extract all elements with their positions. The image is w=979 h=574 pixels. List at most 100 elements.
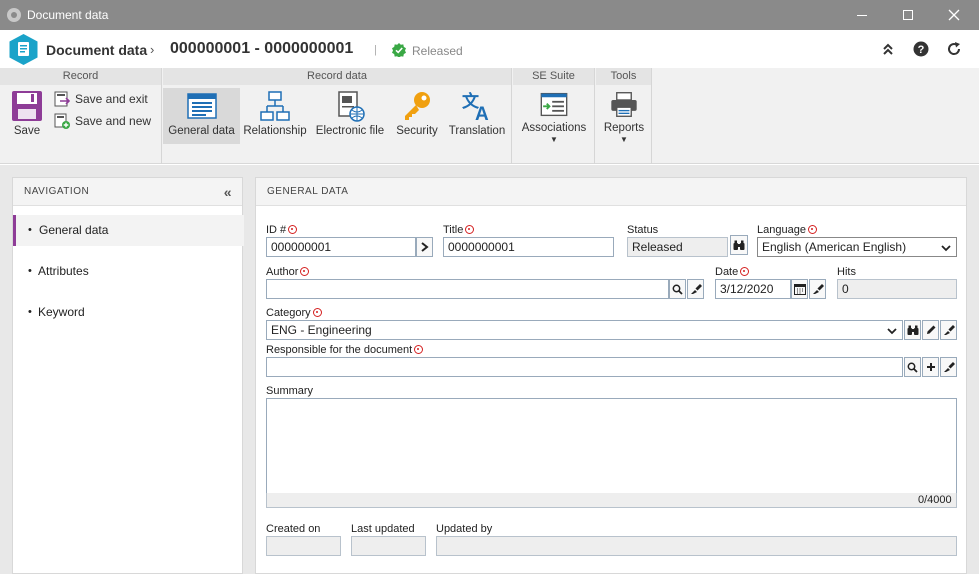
summary-counter: 0/4000 <box>918 494 952 506</box>
summary-textarea[interactable] <box>266 398 957 494</box>
save-new-icon <box>54 113 70 129</box>
security-label: Security <box>396 125 438 137</box>
required-icon <box>414 345 424 354</box>
dropdown-caret-icon: ▼ <box>620 135 628 144</box>
window-title: Document data <box>27 8 109 22</box>
associations-button[interactable]: Associations ▼ <box>519 88 589 144</box>
required-icon <box>465 225 475 234</box>
general-data-label: General data <box>168 125 235 137</box>
chevron-down-icon <box>941 241 951 256</box>
save-and-new-button[interactable]: Save and new <box>54 113 151 129</box>
ribbon-group-title: Tools <box>596 68 651 85</box>
help-button[interactable]: ? <box>912 40 930 58</box>
status-lookup-button[interactable] <box>730 235 748 255</box>
reports-label: Reports <box>603 122 645 134</box>
title-input[interactable]: 0000000001 <box>443 237 614 257</box>
module-title: Document data <box>46 42 148 58</box>
category-field-label: Category <box>266 307 322 319</box>
refresh-button[interactable] <box>945 40 963 58</box>
help-icon: ? <box>913 41 929 57</box>
date-picker-button[interactable] <box>791 279 808 299</box>
navigation-panel: NAVIGATION « • General data • Attributes… <box>12 177 244 574</box>
document-module-icon <box>9 34 38 65</box>
relationship-button[interactable]: Relationship <box>243 88 307 144</box>
required-icon <box>807 225 817 234</box>
refresh-icon <box>948 42 961 55</box>
date-clear-button[interactable] <box>809 279 826 299</box>
minimize-button[interactable] <box>839 0 885 30</box>
collapse-header-button[interactable] <box>879 40 897 58</box>
collapse-navigation-icon[interactable]: « <box>224 178 232 206</box>
app-icon <box>7 8 21 22</box>
language-select[interactable]: English (American English) <box>757 237 957 257</box>
maximize-button[interactable] <box>885 0 931 30</box>
save-and-new-label: Save and new <box>75 114 152 128</box>
translation-button[interactable]: 文 A Translation <box>446 88 508 144</box>
category-clear-button[interactable] <box>940 320 957 340</box>
key-icon <box>405 92 430 120</box>
id-next-button[interactable] <box>416 237 433 257</box>
navigation-title: NAVIGATION <box>24 186 90 197</box>
created-on-label: Created on <box>266 523 321 535</box>
close-button[interactable] <box>931 0 977 30</box>
save-label: Save <box>13 125 41 137</box>
nav-item-label: Keyword <box>38 305 85 319</box>
section-title: GENERAL DATA <box>267 186 349 197</box>
id-input[interactable]: 000000001 <box>266 237 416 257</box>
window-titlebar: Document data <box>0 0 979 30</box>
associations-icon <box>540 92 568 117</box>
category-select[interactable]: ENG - Engineering <box>266 320 903 340</box>
eraser-icon <box>812 283 824 294</box>
eraser-icon <box>690 283 702 294</box>
date-input[interactable]: 3/12/2020 <box>715 279 791 299</box>
bullet-icon: • <box>28 265 32 277</box>
electronic-file-button[interactable]: Electronic file <box>313 88 387 144</box>
ribbon-toolbar: Record Save Save and exit Save and new R… <box>0 68 979 164</box>
maximize-icon <box>903 10 913 20</box>
save-and-exit-button[interactable]: Save and exit <box>54 91 148 107</box>
ribbon-group-se-suite: SE Suite Associations ▼ <box>513 68 595 164</box>
general-data-header: GENERAL DATA <box>256 178 966 206</box>
category-value: ENG - Engineering <box>271 323 372 337</box>
general-data-panel: GENERAL DATA ID # 000000001 Title 000000… <box>255 177 967 574</box>
save-exit-icon <box>54 91 70 107</box>
save-and-exit-label: Save and exit <box>75 92 148 106</box>
save-button[interactable]: Save <box>6 88 48 144</box>
status-badge: Released <box>412 44 463 58</box>
ribbon-group-title: Record <box>0 68 161 85</box>
language-field-label: Language <box>757 224 817 236</box>
general-data-tab-button[interactable]: General data <box>163 88 240 144</box>
eraser-icon <box>943 361 955 372</box>
security-button[interactable]: Security <box>393 88 441 144</box>
last-updated-label: Last updated <box>351 523 415 535</box>
ribbon-group-record-data: Record data General data Relationship El… <box>163 68 512 164</box>
category-edit-button[interactable] <box>922 320 939 340</box>
author-field-label: Author <box>266 266 310 278</box>
author-input[interactable] <box>266 279 669 299</box>
double-chevron-up-icon <box>883 43 893 55</box>
dropdown-caret-icon: ▼ <box>550 135 558 144</box>
responsible-add-button[interactable] <box>922 357 939 377</box>
id-field-label: ID # <box>266 224 298 236</box>
hits-field: 0 <box>837 279 957 299</box>
author-clear-button[interactable] <box>687 279 704 299</box>
updated-by-label: Updated by <box>436 523 493 535</box>
responsible-search-button[interactable] <box>904 357 921 377</box>
reports-button[interactable]: Reports ▼ <box>600 88 648 144</box>
author-search-button[interactable] <box>669 279 686 299</box>
responsible-input[interactable] <box>266 357 903 377</box>
plus-icon <box>926 363 935 371</box>
summary-field-label: Summary <box>266 385 314 397</box>
last-updated-field <box>351 536 426 556</box>
nav-item-attributes[interactable]: • Attributes <box>13 256 244 287</box>
responsible-clear-button[interactable] <box>940 357 957 377</box>
nav-item-general-data[interactable]: • General data <box>13 215 244 246</box>
bullet-icon: • <box>28 306 32 318</box>
record-title: 000000001 - 0000000001 <box>170 40 354 57</box>
chevron-down-icon <box>887 324 897 339</box>
category-lookup-button[interactable] <box>904 320 921 340</box>
updated-by-field <box>436 536 957 556</box>
relationship-icon <box>260 91 290 121</box>
relationship-label: Relationship <box>243 125 307 137</box>
nav-item-keyword[interactable]: • Keyword <box>13 297 244 328</box>
